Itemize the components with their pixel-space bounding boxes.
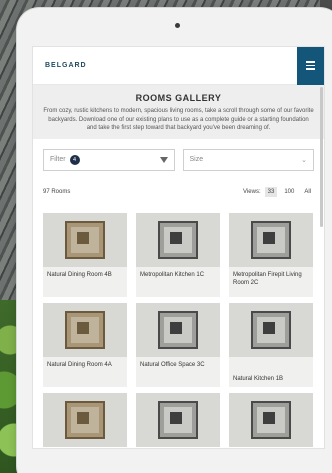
- filter-count-badge: 4: [69, 154, 80, 165]
- room-card[interactable]: Natural Office Space 3C: [136, 302, 220, 387]
- rooms-grid: Natural Dining Room 4B Metropolitan Kitc…: [33, 197, 324, 447]
- view-option-all[interactable]: All: [301, 187, 314, 197]
- menu-button[interactable]: [297, 47, 324, 85]
- view-option-100[interactable]: 100: [281, 187, 297, 197]
- room-thumbnail[interactable]: [136, 302, 220, 357]
- page-title: ROOMS GALLERY: [135, 93, 222, 103]
- filter-dropdown[interactable]: Filter 4: [43, 148, 175, 171]
- room-label: Metropolitan Firepit Living Room 2C: [229, 266, 313, 297]
- views-label: Views:: [243, 188, 261, 195]
- room-card[interactable]: [136, 392, 220, 447]
- hamburger-icon: [306, 61, 315, 63]
- room-thumbnail[interactable]: [136, 392, 220, 447]
- room-card[interactable]: [229, 392, 313, 447]
- size-label: Size: [189, 156, 204, 163]
- room-label: Natural Dining Room 4B: [43, 266, 127, 297]
- room-card[interactable]: Metropolitan Firepit Living Room 2C: [229, 212, 313, 297]
- camera-icon: [175, 23, 180, 28]
- views-selector: Views: 33 100 All: [243, 186, 314, 197]
- results-count: 97 Rooms: [43, 188, 71, 195]
- room-label: Natural Dining Room 4A: [43, 356, 127, 387]
- size-dropdown[interactable]: Size ⌄: [182, 148, 314, 171]
- brand-logo[interactable]: BELGARD: [33, 62, 87, 69]
- room-thumbnail[interactable]: [229, 302, 313, 357]
- gallery-description: From cozy, rustic kitchens to modern, sp…: [43, 108, 314, 131]
- tablet-device: BELGARD ROOMS GALLERY From cozy, rustic …: [17, 8, 332, 473]
- room-card[interactable]: Natural Dining Room 4B: [43, 212, 127, 297]
- room-label: Metropolitan Kitchen 1C: [136, 266, 220, 297]
- room-thumbnail[interactable]: [43, 302, 127, 357]
- site-header: BELGARD: [33, 47, 324, 85]
- results-bar: 97 Rooms Views: 33 100 All: [33, 171, 324, 197]
- funnel-icon: [159, 156, 168, 163]
- scrollbar[interactable]: [320, 87, 323, 227]
- room-label: Natural Office Space 3C: [136, 356, 220, 387]
- view-option-33[interactable]: 33: [264, 186, 278, 197]
- room-label: Natural Kitchen 1B: [229, 356, 313, 387]
- chevron-down-icon: ⌄: [301, 156, 307, 164]
- room-card[interactable]: Metropolitan Kitchen 1C: [136, 212, 220, 297]
- room-thumbnail[interactable]: [43, 212, 127, 267]
- room-card[interactable]: Natural Dining Room 4A: [43, 302, 127, 387]
- filter-label: Filter: [50, 156, 66, 163]
- filter-bar: Filter 4 Size ⌄: [33, 139, 324, 171]
- room-card[interactable]: [43, 392, 127, 447]
- gallery-intro: ROOMS GALLERY From cozy, rustic kitchens…: [33, 85, 324, 139]
- room-card[interactable]: Natural Kitchen 1B: [229, 302, 313, 387]
- room-thumbnail[interactable]: [229, 212, 313, 267]
- room-thumbnail[interactable]: [43, 392, 127, 447]
- tablet-screen: BELGARD ROOMS GALLERY From cozy, rustic …: [32, 46, 325, 449]
- room-thumbnail[interactable]: [136, 212, 220, 267]
- room-thumbnail[interactable]: [229, 392, 313, 447]
